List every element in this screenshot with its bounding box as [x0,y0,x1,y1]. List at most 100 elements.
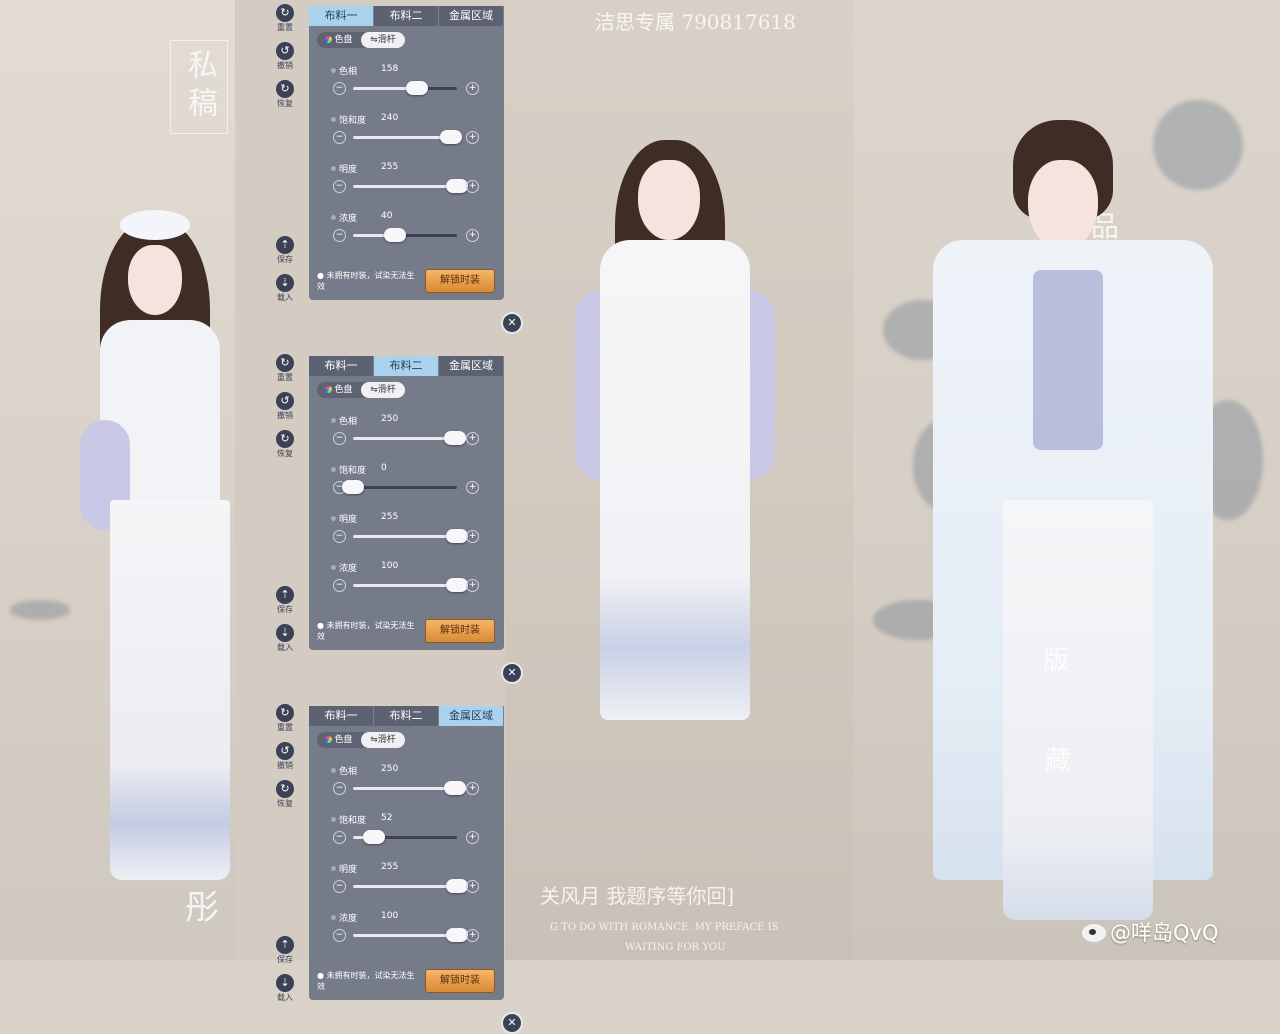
load-button[interactable]: ⇣ 载入 [272,624,298,652]
undo-icon: ↺ [276,42,294,60]
density-slider[interactable] [353,928,468,942]
density-plus-button[interactable]: + [466,929,479,942]
hue-minus-button[interactable]: − [333,782,346,795]
hue-slider[interactable] [353,431,466,445]
mode-slider-button[interactable]: ⇋滑杆 [361,382,405,398]
density-plus-button[interactable]: + [466,579,479,592]
close-button[interactable]: ✕ [501,662,523,684]
girl-figure-left [70,200,235,900]
hue-plus-button[interactable]: + [466,432,479,445]
brightness-slider[interactable] [353,179,468,193]
save-button[interactable]: ⇡ 保存 [272,236,298,264]
load-button[interactable]: ⇣ 载入 [272,974,298,1002]
tab-fabric-2[interactable]: 布料二 [374,6,439,26]
dye-card: 色盘 ⇋滑杆 色相 158 − + 饱和度 240 − + 明度 255 − +… [309,26,504,300]
tab-fabric-2[interactable]: 布料二 [374,356,439,376]
dye-card: 色盘 ⇋滑杆 色相 250 − + 饱和度 0 − + 明度 255 − + 浓… [309,376,504,650]
mode-palette-button[interactable]: 色盘 [317,732,361,748]
watermark-vertical-1: 版 [1043,646,1070,676]
redo-icon: ↻ [276,780,294,798]
undo-button[interactable]: ↺ 撤销 [272,42,298,70]
redo-button[interactable]: ↻ 恢复 [272,780,298,808]
unlock-outfit-button[interactable]: 解锁时装 [425,969,495,993]
reset-button[interactable]: ↻ 重置 [272,704,298,732]
brightness-slider[interactable] [353,529,468,543]
density-minus-button[interactable]: − [333,579,346,592]
saturation-plus-button[interactable]: + [466,831,479,844]
notice-text: ● 未拥有时装，试染无法生效 [317,971,415,991]
saturation-value: 52 [381,813,393,823]
brightness-slider-handle[interactable] [446,529,468,543]
tab-metal-region[interactable]: 金属区域 [439,6,504,26]
brightness-value: 255 [381,162,399,172]
brightness-plus-button[interactable]: + [466,880,479,893]
brightness-minus-button[interactable]: − [333,880,346,893]
reset-icon: ↻ [276,4,294,22]
unlock-outfit-button[interactable]: 解锁时装 [425,619,495,643]
hue-slider-handle[interactable] [406,81,429,95]
density-slider-handle[interactable] [383,228,406,242]
girl-figure-middle [555,140,795,860]
hue-slider[interactable] [353,781,466,795]
redo-button[interactable]: ↻ 恢复 [272,80,298,108]
reset-button[interactable]: ↻ 重置 [272,4,298,32]
density-slider-handle[interactable] [446,928,468,942]
density-minus-button[interactable]: − [333,929,346,942]
saturation-slider-handle[interactable] [342,480,364,494]
mode-slider-button[interactable]: ⇋滑杆 [361,32,405,48]
hue-minus-button[interactable]: − [333,82,346,95]
brightness-plus-button[interactable]: + [466,530,479,543]
brightness-minus-button[interactable]: − [333,530,346,543]
saturation-plus-button[interactable]: + [466,131,479,144]
tab-metal-region[interactable]: 金属区域 [439,356,504,376]
undo-button[interactable]: ↺ 撤销 [272,392,298,420]
density-slider-handle[interactable] [446,578,468,592]
brightness-value: 255 [381,512,399,522]
saturation-row: 饱和度 52 − + [309,813,504,857]
hue-row: 色相 250 − + [309,414,504,458]
load-button[interactable]: ⇣ 载入 [272,274,298,302]
saturation-slider[interactable] [353,830,457,844]
tab-metal-region[interactable]: 金属区域 [439,706,504,726]
close-button[interactable]: ✕ [501,312,523,334]
brightness-slider-handle[interactable] [446,879,468,893]
reset-button[interactable]: ↻ 重置 [272,354,298,382]
brightness-row: 明度 255 − + [309,862,504,906]
hue-plus-button[interactable]: + [466,82,479,95]
density-slider[interactable] [353,578,468,592]
region-tabs: 布料一 布料二 金属区域 [309,6,504,26]
hue-slider[interactable] [353,81,457,95]
undo-button[interactable]: ↺ 撤销 [272,742,298,770]
tab-fabric-1[interactable]: 布料一 [309,706,374,726]
save-button[interactable]: ⇡ 保存 [272,586,298,614]
mode-palette-button[interactable]: 色盘 [317,382,361,398]
close-button[interactable]: ✕ [501,1012,523,1034]
saturation-minus-button[interactable]: − [333,831,346,844]
hue-minus-button[interactable]: − [333,432,346,445]
mode-slider-button[interactable]: ⇋滑杆 [361,732,405,748]
density-plus-button[interactable]: + [466,229,479,242]
saturation-slider[interactable] [342,480,457,494]
density-slider[interactable] [353,228,457,242]
redo-button[interactable]: ↻ 恢复 [272,430,298,458]
saturation-slider-handle[interactable] [362,830,385,844]
tab-fabric-2[interactable]: 布料二 [374,706,439,726]
brightness-minus-button[interactable]: − [333,180,346,193]
hue-plus-button[interactable]: + [466,782,479,795]
hue-slider-handle[interactable] [443,431,466,445]
saturation-slider-handle[interactable] [439,130,462,144]
hue-value: 250 [381,414,399,424]
tab-fabric-1[interactable]: 布料一 [309,356,374,376]
saturation-plus-button[interactable]: + [466,481,479,494]
brightness-slider-handle[interactable] [446,179,468,193]
saturation-slider[interactable] [353,130,462,144]
tab-fabric-1[interactable]: 布料一 [309,6,374,26]
unlock-outfit-button[interactable]: 解锁时装 [425,269,495,293]
saturation-minus-button[interactable]: − [333,131,346,144]
upload-icon: ⇡ [276,586,294,604]
hue-slider-handle[interactable] [443,781,466,795]
density-minus-button[interactable]: − [333,229,346,242]
brightness-plus-button[interactable]: + [466,180,479,193]
mode-palette-button[interactable]: 色盘 [317,32,361,48]
brightness-slider[interactable] [353,879,468,893]
